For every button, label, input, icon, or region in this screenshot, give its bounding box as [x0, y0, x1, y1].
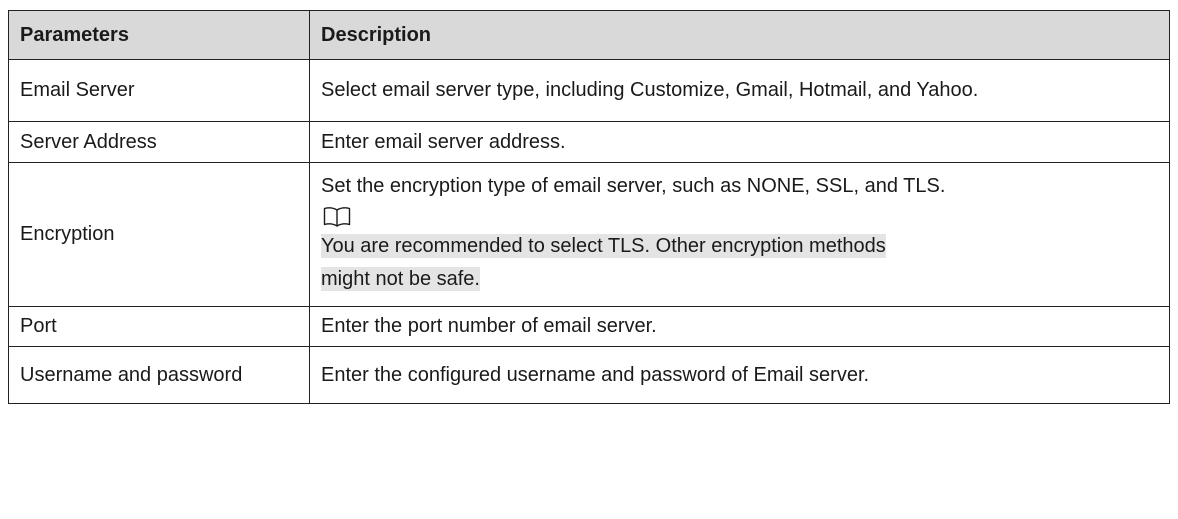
description-cell: Enter email server address.	[309, 121, 1170, 163]
table-row: Email Server Select email server type, i…	[8, 59, 1170, 122]
description-cell: Set the encryption type of email server,…	[309, 162, 1170, 307]
book-note-icon	[323, 207, 351, 227]
description-cell: Enter the port number of email server.	[309, 306, 1170, 347]
table-row: Username and password Enter the configur…	[8, 346, 1170, 404]
parameter-cell: Email Server	[8, 59, 310, 122]
parameters-table: Parameters Description Email Server Sele…	[8, 10, 1170, 404]
note-text-line-2: might not be safe.	[321, 267, 480, 291]
description-cell: Enter the configured username and passwo…	[309, 346, 1170, 404]
parameter-cell: Server Address	[8, 121, 310, 163]
parameter-cell: Encryption	[8, 162, 310, 307]
note-text-line-1: You are recommended to select TLS. Other…	[321, 234, 886, 258]
header-row: Parameters Description	[8, 10, 1170, 60]
encryption-description: Set the encryption type of email server,…	[321, 175, 946, 197]
table-row: Encryption Set the encryption type of em…	[8, 162, 1170, 307]
header-description: Description	[309, 10, 1170, 60]
header-parameters: Parameters	[8, 10, 310, 60]
table-row: Server Address Enter email server addres…	[8, 121, 1170, 163]
parameter-cell: Username and password	[8, 346, 310, 404]
description-cell: Select email server type, including Cust…	[309, 59, 1170, 122]
parameter-cell: Port	[8, 306, 310, 347]
table-row: Port Enter the port number of email serv…	[8, 306, 1170, 347]
